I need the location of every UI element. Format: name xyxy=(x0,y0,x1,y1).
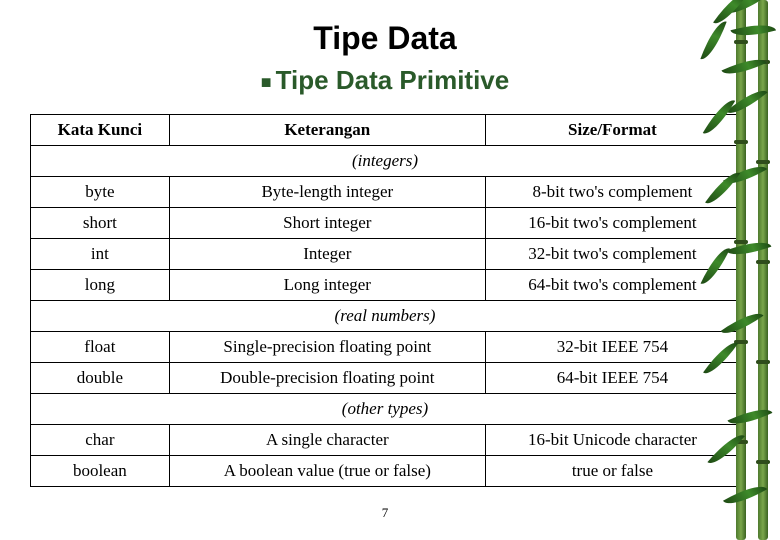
table-row: int Integer 32-bit two's complement xyxy=(31,239,740,270)
table-row: long Long integer 64-bit two's complemen… xyxy=(31,270,740,301)
table-header-row: Kata Kunci Keterangan Size/Format xyxy=(31,115,740,146)
section-others: (other types) xyxy=(31,394,740,425)
cell-keyword: short xyxy=(31,208,170,239)
header-kata-kunci: Kata Kunci xyxy=(31,115,170,146)
bullet-icon: ■ xyxy=(261,72,272,92)
cell-format: 8-bit two's complement xyxy=(485,177,739,208)
cell-keyword: long xyxy=(31,270,170,301)
section-reals: (real numbers) xyxy=(31,301,740,332)
page-number: 7 xyxy=(30,505,740,521)
cell-format: true or false xyxy=(485,456,739,487)
cell-desc: Short integer xyxy=(169,208,485,239)
cell-keyword: byte xyxy=(31,177,170,208)
table-row: boolean A boolean value (true or false) … xyxy=(31,456,740,487)
cell-format: 16-bit two's complement xyxy=(485,208,739,239)
cell-keyword: float xyxy=(31,332,170,363)
slide-title: Tipe Data xyxy=(30,20,740,57)
cell-desc: A boolean value (true or false) xyxy=(169,456,485,487)
slide-subtitle: ■Tipe Data Primitive xyxy=(30,65,740,96)
cell-format: 32-bit IEEE 754 xyxy=(485,332,739,363)
table-row: short Short integer 16-bit two's complem… xyxy=(31,208,740,239)
header-keterangan: Keterangan xyxy=(169,115,485,146)
cell-format: 64-bit two's complement xyxy=(485,270,739,301)
table-row: double Double-precision floating point 6… xyxy=(31,363,740,394)
header-size-format: Size/Format xyxy=(485,115,739,146)
subtitle-text: Tipe Data Primitive xyxy=(276,65,510,95)
section-label: (other types) xyxy=(31,394,740,425)
cell-desc: Double-precision floating point xyxy=(169,363,485,394)
primitive-types-table: Kata Kunci Keterangan Size/Format (integ… xyxy=(30,114,740,487)
cell-format: 32-bit two's complement xyxy=(485,239,739,270)
cell-desc: Single-precision floating point xyxy=(169,332,485,363)
cell-keyword: char xyxy=(31,425,170,456)
section-label: (real numbers) xyxy=(31,301,740,332)
cell-desc: A single character xyxy=(169,425,485,456)
slide: Tipe Data ■Tipe Data Primitive Kata Kunc… xyxy=(0,0,780,540)
cell-keyword: int xyxy=(31,239,170,270)
section-label: (integers) xyxy=(31,146,740,177)
cell-keyword: boolean xyxy=(31,456,170,487)
cell-format: 64-bit IEEE 754 xyxy=(485,363,739,394)
cell-desc: Byte-length integer xyxy=(169,177,485,208)
table-row: byte Byte-length integer 8-bit two's com… xyxy=(31,177,740,208)
table-row: float Single-precision floating point 32… xyxy=(31,332,740,363)
cell-desc: Long integer xyxy=(169,270,485,301)
section-integers: (integers) xyxy=(31,146,740,177)
cell-desc: Integer xyxy=(169,239,485,270)
cell-keyword: double xyxy=(31,363,170,394)
table-row: char A single character 16-bit Unicode c… xyxy=(31,425,740,456)
cell-format: 16-bit Unicode character xyxy=(485,425,739,456)
